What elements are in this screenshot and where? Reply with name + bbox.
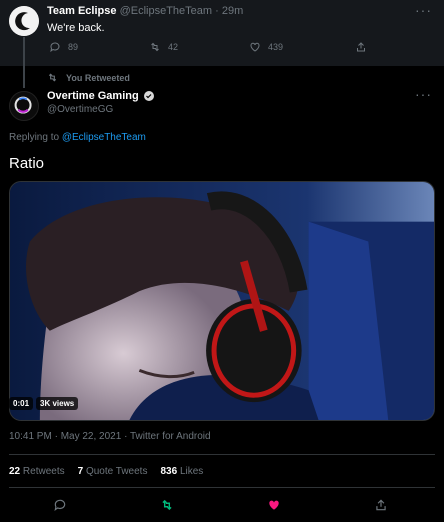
previous-tweet[interactable]: Team Eclipse @EclipseTheTeam · 29m ··· W… (0, 0, 444, 66)
more-options-icon[interactable]: ··· (415, 86, 432, 102)
reply-icon (54, 499, 66, 512)
retweets-label: Retweets (22, 466, 65, 477)
retweet-icon (151, 42, 159, 52)
replying-handle-link[interactable]: @EclipseTheTeam (62, 132, 146, 143)
avatar[interactable] (9, 91, 39, 121)
avatar[interactable] (9, 6, 39, 36)
video-views: 3K views (36, 397, 79, 410)
video-frame (10, 182, 434, 420)
more-options-icon[interactable]: ··· (415, 2, 432, 18)
tweet-header: Team Eclipse @EclipseTheTeam · 29m (47, 5, 243, 17)
display-name[interactable]: Team Eclipse (47, 5, 117, 17)
retweet-button[interactable] (160, 498, 176, 514)
tweet-actions: 89 42 439 (47, 41, 387, 57)
heart-filled-icon (269, 500, 279, 510)
video-duration: 0:01 (9, 397, 34, 410)
like-button[interactable] (267, 498, 283, 514)
tweet-actions (0, 498, 444, 516)
heart-icon (250, 42, 260, 52)
likes-label: Likes (179, 466, 204, 477)
share-icon (357, 42, 365, 52)
retweet-button[interactable]: 42 (149, 41, 178, 53)
tweet-stats: 22 Retweets 7 Quote Tweets 836 Likes (9, 466, 203, 477)
retweet-count: 42 (168, 42, 179, 52)
verified-badge-icon (143, 91, 154, 101)
handle[interactable]: @EclipseTheTeam (120, 5, 212, 17)
divider (9, 454, 435, 455)
share-button[interactable] (374, 498, 390, 514)
likes-count: 836 (160, 466, 178, 477)
retweet-icon (48, 73, 57, 82)
reply-count: 89 (68, 42, 79, 52)
likes-stat[interactable]: 836 Likes (160, 466, 203, 477)
display-name-row: Overtime Gaming (47, 90, 155, 102)
tweet-timestamp[interactable]: 10:41 PM · May 22, 2021 · Twitter for An… (9, 431, 211, 442)
retweeted-label: You Retweeted (66, 72, 130, 83)
share-button[interactable] (355, 41, 367, 53)
retweet-icon (162, 499, 172, 511)
video-player[interactable] (9, 181, 435, 421)
replying-prefix: Replying to (9, 132, 60, 143)
like-count: 439 (268, 42, 284, 52)
tweet-text: Ratio (9, 155, 45, 172)
quotes-count: 7 (77, 466, 84, 477)
share-icon (376, 499, 386, 511)
tweet-text: We're back. (47, 22, 105, 34)
video-info: 0:01 3K views (9, 397, 79, 410)
tweet-age[interactable]: 29m (222, 5, 243, 17)
reply-icon (50, 42, 60, 53)
like-button[interactable]: 439 (249, 41, 283, 53)
display-name[interactable]: Overtime Gaming (47, 90, 139, 102)
retweeted-banner: You Retweeted (47, 72, 130, 83)
handle[interactable]: @OvertimeGG (47, 104, 113, 115)
replying-to: Replying to @EclipseTheTeam (9, 132, 146, 143)
thread-line (23, 37, 25, 88)
quotes-label: Quote Tweets (85, 466, 148, 477)
reply-button[interactable] (53, 498, 69, 514)
divider (9, 487, 435, 488)
retweets-stat[interactable]: 22 Retweets (9, 466, 65, 477)
quotes-stat[interactable]: 7 Quote Tweets (78, 466, 148, 477)
retweets-count: 22 (9, 466, 21, 477)
separator: · (215, 5, 219, 17)
reply-button[interactable]: 89 (49, 41, 78, 53)
